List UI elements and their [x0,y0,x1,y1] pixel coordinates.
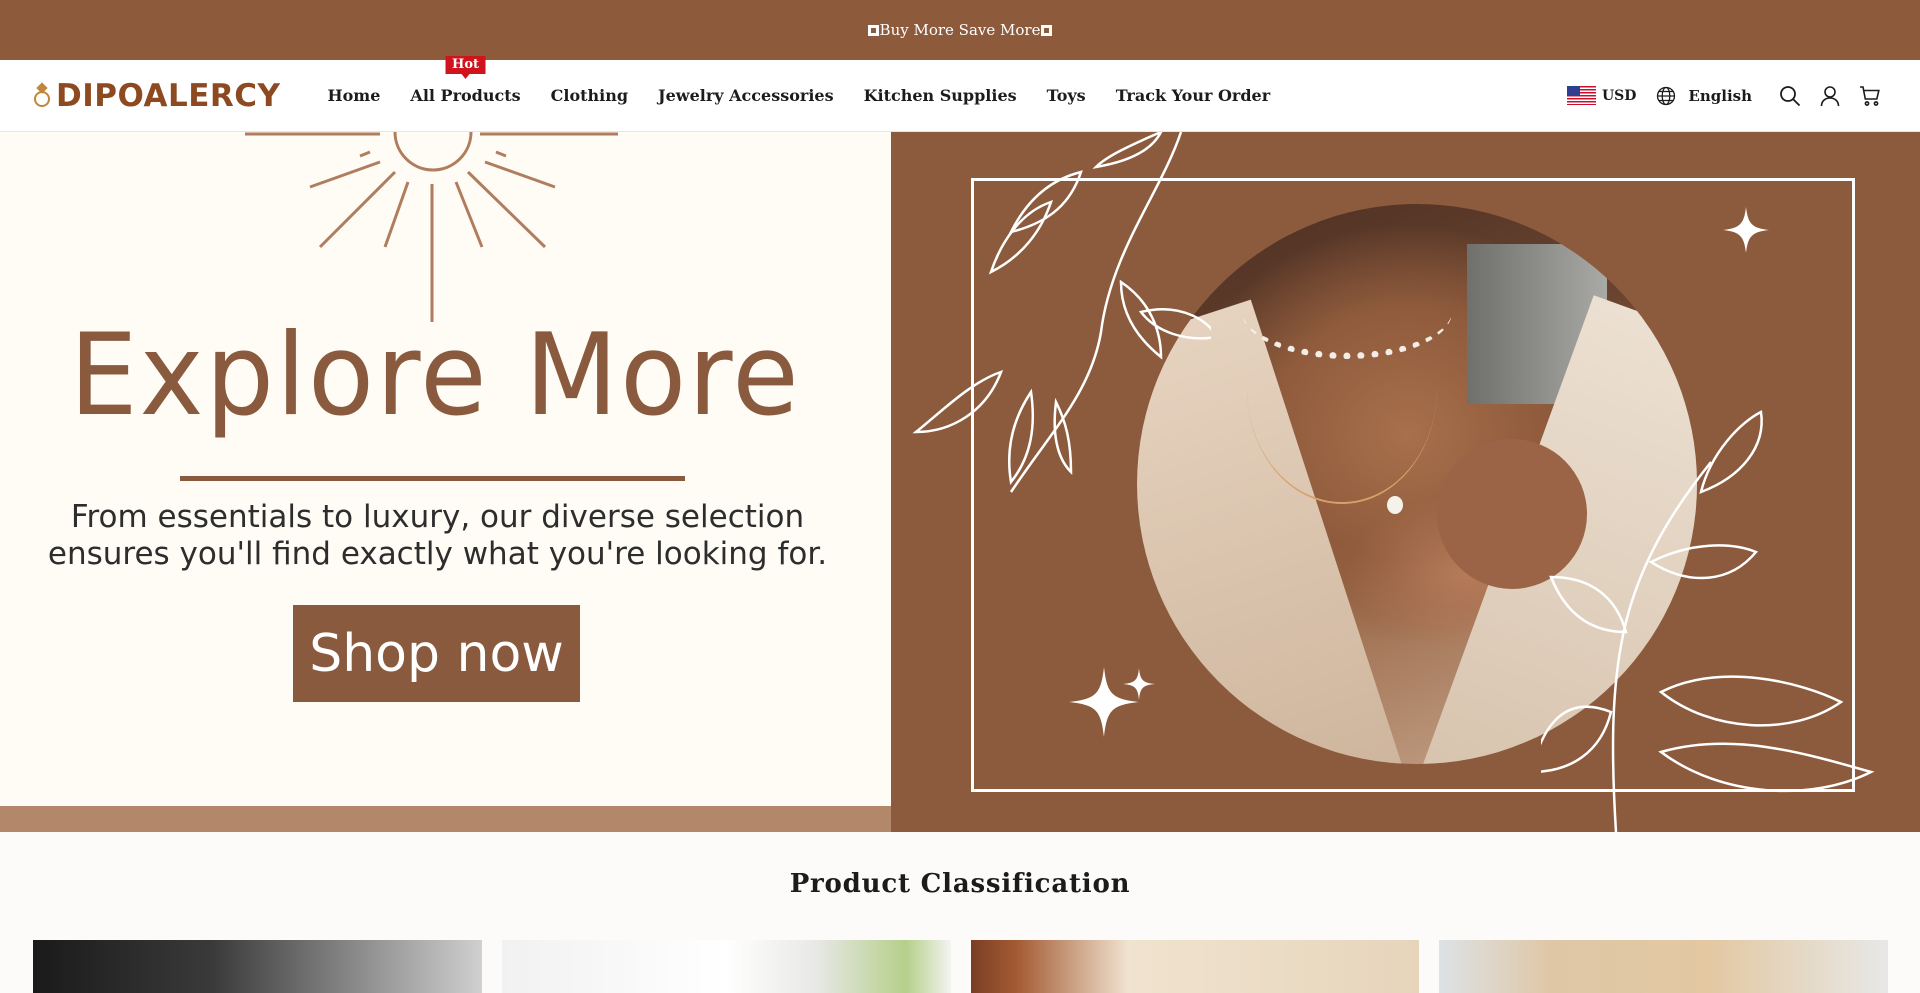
flag-us-icon [1566,86,1596,105]
box-glyph-icon [1041,24,1053,36]
account-button[interactable] [1810,76,1850,116]
sun-illustration-icon [245,132,618,322]
search-button[interactable] [1770,76,1810,116]
box-glyph-icon [867,24,879,36]
hero-subline-2: ensures you'll find exactly what you're … [47,536,828,572]
cart-icon [1860,85,1880,106]
hero-image-panel [891,132,1920,832]
hot-badge: Hot [445,56,486,79]
main-nav: Home Hot All Products Clothing Jewelry A… [313,56,1286,105]
nav-jewelry-accessories[interactable]: Jewelry Accessories [643,86,849,105]
hero-subline-1: From essentials to luxury, our diverse s… [70,499,805,535]
leaf-branch-right-icon [1541,410,1875,832]
nav-track-order[interactable]: Track Your Order [1101,86,1285,105]
search-icon [1780,85,1801,106]
nav-all-products-label: All Products [410,86,521,105]
hero-headline: Explore More [69,309,801,442]
category-card[interactable] [1439,940,1888,993]
sparkle-top-right-icon [1723,207,1769,253]
globe-icon [1657,86,1676,105]
cart-button[interactable] [1850,76,1890,116]
nav-home[interactable]: Home [313,86,396,105]
sparkle-small-icon [1123,668,1155,700]
logo-text: DIPOALERCY [56,77,281,114]
leaf-branch-left-icon [912,132,1211,493]
ring-logo-icon [32,81,52,109]
account-icon [1820,85,1840,106]
hero-bottom-band [0,806,891,832]
shop-now-button[interactable]: Shop now [293,605,580,702]
nav-all-products[interactable]: Hot All Products [395,56,535,105]
hero-divider [180,476,685,481]
header-actions: USD English [1566,76,1890,116]
nav-toys[interactable]: Toys [1032,86,1101,105]
nav-kitchen-supplies[interactable]: Kitchen Supplies [849,86,1032,105]
announcement-bar: Buy More Save More [0,0,1920,60]
nav-clothing[interactable]: Clothing [536,86,643,105]
category-cards [33,940,1888,993]
logo[interactable]: DIPOALERCY [32,78,281,114]
language-label: English [1688,86,1752,105]
site-header: DIPOALERCY Home Hot All Products Clothin… [0,56,1920,132]
hero-text-panel: Explore More From essentials to luxury, … [0,132,891,832]
currency-selector[interactable]: USD [1566,86,1637,105]
announcement-text: Buy More Save More [879,21,1041,39]
category-card[interactable] [970,940,1420,993]
section-title: Product Classification [789,869,1131,899]
currency-label: USD [1601,87,1637,104]
category-card[interactable] [501,940,951,993]
language-selector[interactable]: English [1656,86,1752,106]
hero-banner[interactable]: Explore More From essentials to luxury, … [0,132,1920,832]
category-card[interactable] [33,940,482,993]
